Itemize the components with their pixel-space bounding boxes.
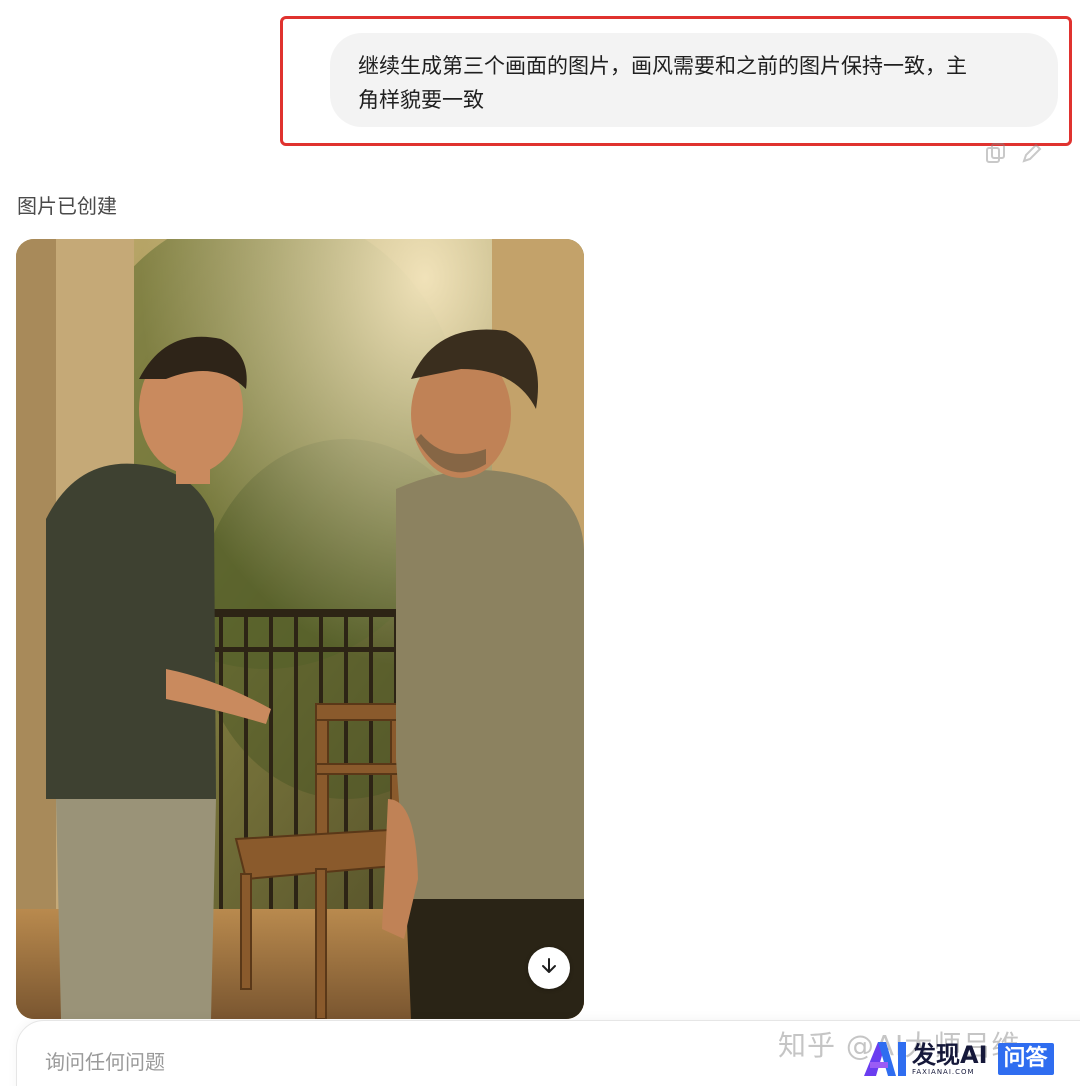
- download-button[interactable]: [528, 947, 570, 989]
- copy-icon[interactable]: [985, 142, 1007, 164]
- image-created-status: 图片已创建: [17, 194, 117, 218]
- user-message-line-2: 角样貌要一致: [358, 88, 484, 112]
- ai-logo-icon: [864, 1042, 906, 1076]
- logo-badge: 问答: [997, 1043, 1054, 1075]
- user-message-line-1: 继续生成第三个画面的图片，画风需要和之前的图片保持一致，主: [358, 54, 967, 78]
- logo-sub-text: FAXIANAI.COM: [912, 1068, 975, 1076]
- logo-main-text: 发现AI: [912, 1041, 988, 1069]
- edit-icon[interactable]: [1021, 142, 1043, 164]
- message-input[interactable]: [45, 1047, 645, 1077]
- download-arrow-icon: [539, 956, 559, 980]
- generated-image-scene: [16, 239, 584, 1019]
- user-message-bubble: 继续生成第三个画面的图片，画风需要和之前的图片保持一致，主 角样貌要一致: [330, 33, 1058, 127]
- message-actions: [985, 142, 1043, 164]
- faxianai-logo: 发现AI FAXIANAI.COM 问答: [862, 1040, 1054, 1078]
- generated-image[interactable]: [16, 239, 584, 1019]
